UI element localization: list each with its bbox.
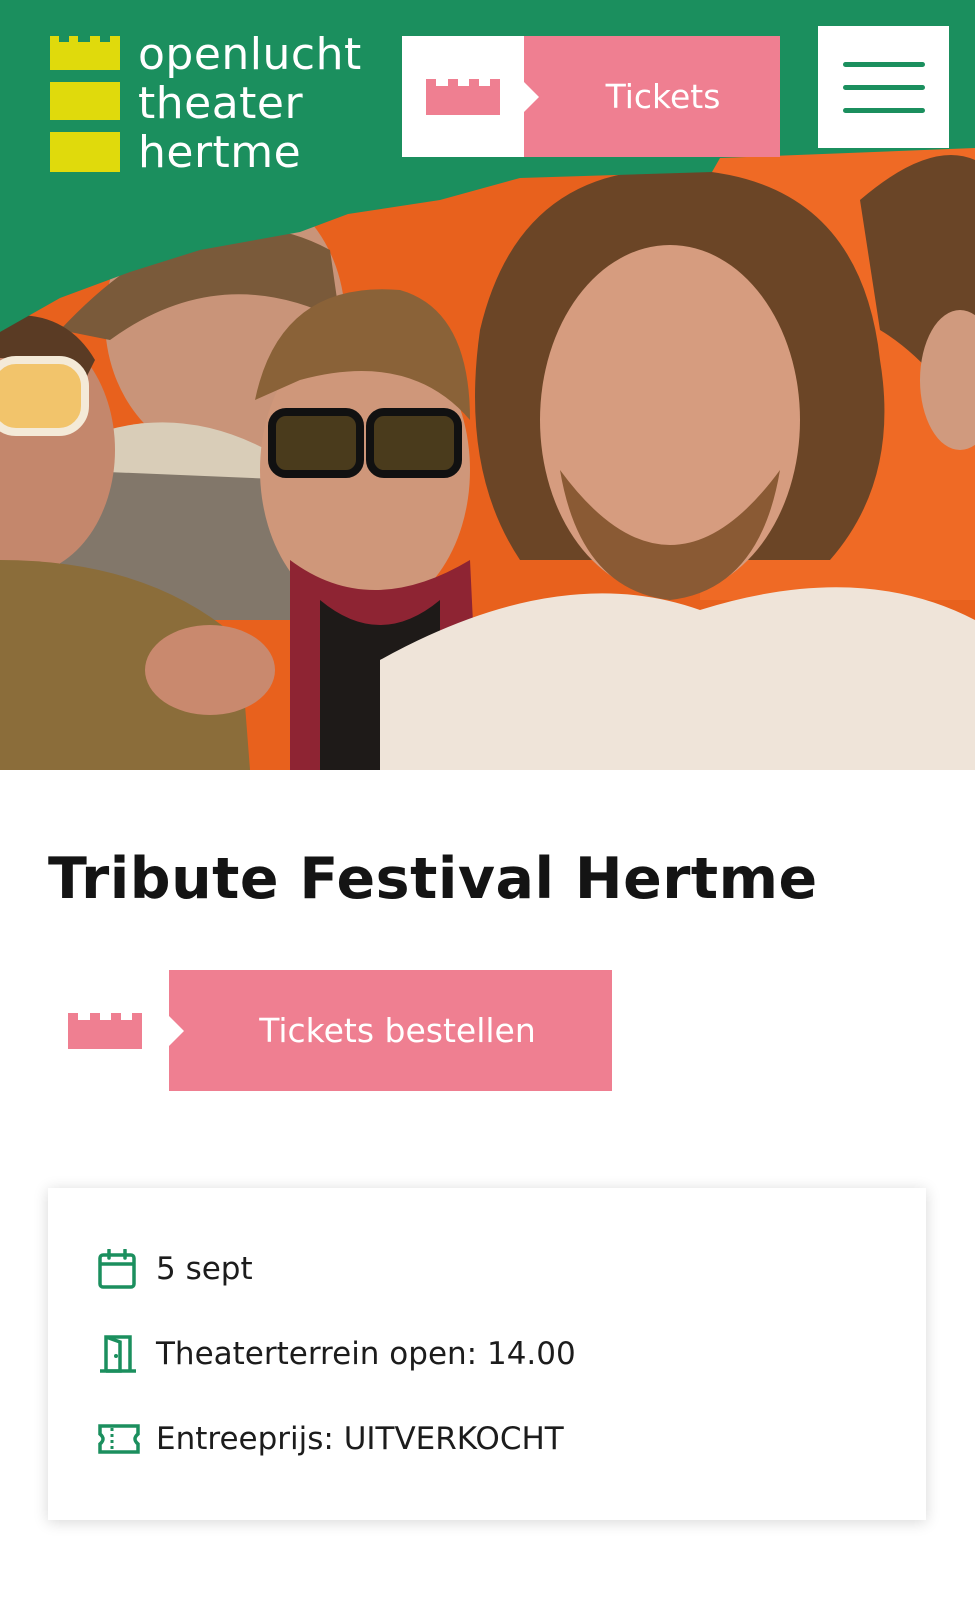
info-row-gates: Theaterterrein open: 14.00 (98, 1329, 576, 1379)
info-gates-open: Theaterterrein open: 14.00 (156, 1336, 576, 1372)
castle-icon (68, 1012, 142, 1049)
info-date: 5 sept (156, 1251, 253, 1287)
ticket-icon (98, 1416, 148, 1462)
header-tickets-button[interactable]: Tickets (402, 36, 780, 157)
hamburger-menu-icon-bar-2 (842, 84, 925, 90)
hamburger-menu-button[interactable] (818, 26, 949, 148)
order-tickets-button[interactable]: Tickets bestellen (68, 970, 612, 1091)
site-logo[interactable]: openlucht theater hertme (50, 30, 370, 177)
calendar-icon (98, 1246, 148, 1292)
hero: openlucht theater hertme Tickets (0, 0, 975, 770)
castle-icon (426, 78, 500, 115)
logo-wordmark: openlucht theater hertme (138, 30, 362, 177)
logo-line-3: hertme (138, 127, 302, 178)
header-tickets-label[interactable]: Tickets (524, 36, 780, 157)
event-title: Tribute Festival Hertme (48, 846, 818, 912)
info-row-date: 5 sept (98, 1244, 253, 1294)
hamburger-menu-icon-bar-3 (842, 107, 925, 113)
order-tickets-icon-box (68, 970, 169, 1091)
logo-line-1: openlucht (138, 29, 362, 80)
event-info-card: 5 sept Theaterterrein open: 14.00 Entree… (48, 1188, 926, 1520)
castle-logo-icon (50, 36, 120, 172)
info-row-price: Entreeprijs: UITVERKOCHT (98, 1414, 564, 1464)
door-icon (98, 1331, 148, 1377)
header-tickets-icon-box (402, 36, 524, 157)
info-price: Entreeprijs: UITVERKOCHT (156, 1421, 564, 1457)
page: openlucht theater hertme Tickets Tribute… (0, 0, 975, 1600)
hamburger-menu-icon (842, 61, 925, 67)
logo-line-2: theater (138, 78, 304, 129)
order-tickets-label[interactable]: Tickets bestellen (169, 970, 612, 1091)
